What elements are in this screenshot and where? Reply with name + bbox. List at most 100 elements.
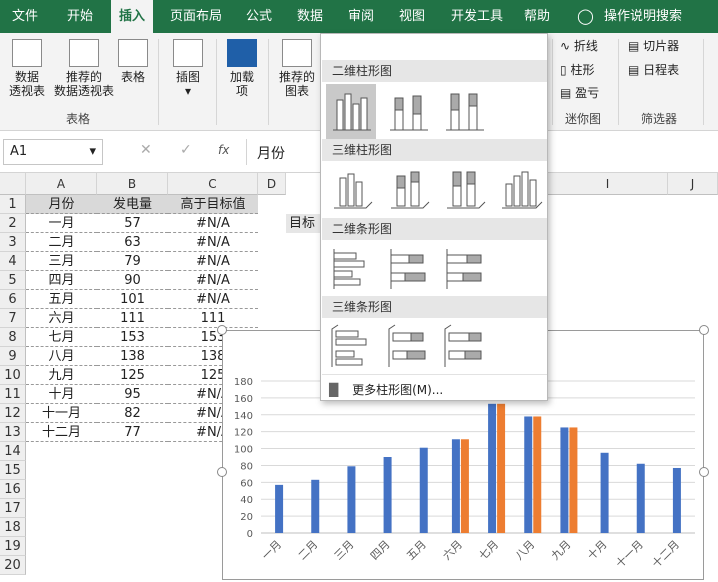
cell-power[interactable]: 125 bbox=[97, 366, 168, 385]
tell-me-search[interactable]: 操作说明搜索 bbox=[604, 0, 682, 33]
slicer-button[interactable]: ▤ 切片器 bbox=[628, 39, 692, 53]
row-header[interactable]: 6 bbox=[0, 290, 26, 309]
3d-percent-stacked-column-option[interactable] bbox=[439, 162, 489, 218]
cell-month[interactable]: 七月 bbox=[26, 328, 97, 347]
row-header[interactable]: 11 bbox=[0, 385, 26, 404]
select-all-corner[interactable] bbox=[0, 173, 26, 195]
row-header[interactable]: 14 bbox=[0, 442, 26, 461]
sparkline-column-button[interactable]: ▯ 柱形 bbox=[560, 63, 610, 77]
cell-above-target[interactable]: #N/A bbox=[168, 252, 258, 271]
bar-series2[interactable] bbox=[533, 416, 542, 533]
row-header[interactable]: 18 bbox=[0, 518, 26, 537]
row-header[interactable]: 10 bbox=[0, 366, 26, 385]
row-header[interactable]: 20 bbox=[0, 556, 26, 575]
tab-formulas[interactable]: 公式 bbox=[246, 0, 272, 33]
header-cell-power[interactable]: 发电量 bbox=[97, 195, 168, 214]
column-header-i[interactable]: I bbox=[548, 173, 668, 195]
header-cell-month[interactable]: 月份 bbox=[26, 195, 97, 214]
cell-above-target[interactable]: #N/A bbox=[168, 290, 258, 309]
sparkline-line-button[interactable]: ∿ 折线 bbox=[560, 39, 610, 53]
cell-month[interactable]: 十月 bbox=[26, 385, 97, 404]
cell-above-target[interactable]: #N/A bbox=[168, 233, 258, 252]
cell-above-target[interactable]: #N/A bbox=[168, 214, 258, 233]
tab-review[interactable]: 审阅 bbox=[348, 0, 374, 33]
clustered-column-option[interactable] bbox=[326, 84, 376, 140]
cell-month[interactable]: 四月 bbox=[26, 271, 97, 290]
cell-power[interactable]: 79 bbox=[97, 252, 168, 271]
cell-above-target[interactable]: #N/A bbox=[168, 271, 258, 290]
row-header[interactable]: 2 bbox=[0, 214, 26, 233]
cell-month[interactable]: 三月 bbox=[26, 252, 97, 271]
sparkline-winloss-button[interactable]: ▤ 盈亏 bbox=[560, 86, 610, 100]
recommended-pivot-button[interactable]: 推荐的 数据透视表 bbox=[54, 39, 114, 98]
recommended-charts-button[interactable]: 推荐的 图表 bbox=[276, 39, 318, 98]
resize-handle-right[interactable] bbox=[699, 467, 709, 477]
table-button[interactable]: 表格 bbox=[116, 39, 150, 84]
tab-insert[interactable]: 插入 bbox=[111, 0, 154, 33]
row-header[interactable]: 8 bbox=[0, 328, 26, 347]
tab-help[interactable]: 帮助 bbox=[524, 0, 550, 33]
bar-series1[interactable] bbox=[419, 447, 428, 533]
bar-series1[interactable] bbox=[383, 457, 392, 533]
row-header[interactable]: 12 bbox=[0, 404, 26, 423]
row-header[interactable]: 5 bbox=[0, 271, 26, 290]
bar-series1[interactable] bbox=[672, 467, 681, 533]
resize-handle-top-right[interactable] bbox=[699, 325, 709, 335]
bar-series1[interactable] bbox=[275, 484, 284, 533]
stacked-bar-option[interactable] bbox=[383, 241, 433, 297]
name-box[interactable]: A1 ▾ bbox=[3, 139, 103, 165]
resize-handle-left[interactable] bbox=[217, 467, 227, 477]
more-column-charts-item[interactable]: █ 更多柱形图(M)... bbox=[329, 380, 543, 400]
tab-file[interactable]: 文件 bbox=[12, 0, 38, 33]
row-header[interactable]: 13 bbox=[0, 423, 26, 442]
3d-clustered-bar-option[interactable] bbox=[326, 319, 376, 375]
bar-series1[interactable] bbox=[488, 403, 497, 533]
header-cell-above-target[interactable]: 高于目标值 bbox=[168, 195, 258, 214]
bar-series1[interactable] bbox=[560, 427, 569, 533]
cell-month[interactable]: 八月 bbox=[26, 347, 97, 366]
row-header[interactable]: 15 bbox=[0, 461, 26, 480]
clustered-bar-option[interactable] bbox=[326, 241, 376, 297]
function-icon[interactable]: fx bbox=[218, 143, 229, 157]
cell-month[interactable]: 一月 bbox=[26, 214, 97, 233]
column-header-j[interactable]: J bbox=[668, 173, 718, 195]
stacked-column-option[interactable] bbox=[383, 84, 433, 140]
cell-power[interactable]: 111 bbox=[97, 309, 168, 328]
column-header-a[interactable]: A bbox=[26, 173, 97, 195]
bar-series1[interactable] bbox=[600, 452, 609, 533]
column-header-d[interactable]: D bbox=[258, 173, 286, 195]
cell-month[interactable]: 九月 bbox=[26, 366, 97, 385]
cell-power[interactable]: 101 bbox=[97, 290, 168, 309]
confirm-icon[interactable]: ✓ bbox=[180, 142, 192, 158]
column-header-c[interactable]: C bbox=[168, 173, 258, 195]
cell-power[interactable]: 90 bbox=[97, 271, 168, 290]
bar-series1[interactable] bbox=[451, 439, 460, 533]
bar-series1[interactable] bbox=[524, 416, 533, 533]
cell-power[interactable]: 82 bbox=[97, 404, 168, 423]
row-header[interactable]: 7 bbox=[0, 309, 26, 328]
percent-stacked-column-option[interactable] bbox=[439, 84, 489, 140]
cell-power[interactable]: 77 bbox=[97, 423, 168, 442]
cell-power[interactable]: 138 bbox=[97, 347, 168, 366]
3d-stacked-column-option[interactable] bbox=[383, 162, 433, 218]
cell-month[interactable]: 十一月 bbox=[26, 404, 97, 423]
bar-series2[interactable] bbox=[569, 427, 578, 533]
bar-series1[interactable] bbox=[347, 466, 356, 533]
cell-d2[interactable]: 目标 bbox=[286, 214, 320, 233]
row-header[interactable]: 4 bbox=[0, 252, 26, 271]
cancel-icon[interactable]: ✕ bbox=[140, 142, 152, 158]
cell-power[interactable]: 63 bbox=[97, 233, 168, 252]
row-header[interactable]: 9 bbox=[0, 347, 26, 366]
tab-page-layout[interactable]: 页面布局 bbox=[170, 0, 222, 33]
bar-series1[interactable] bbox=[311, 479, 320, 533]
tab-data[interactable]: 数据 bbox=[297, 0, 323, 33]
column-header-b[interactable]: B bbox=[97, 173, 168, 195]
3d-stacked-bar-option[interactable] bbox=[383, 319, 433, 375]
tab-developer[interactable]: 开发工具 bbox=[451, 0, 503, 33]
pivot-table-button[interactable]: 数据 透视表 bbox=[4, 39, 50, 98]
cell-above-target[interactable]: 111 bbox=[168, 309, 258, 328]
cell-month[interactable]: 六月 bbox=[26, 309, 97, 328]
cell-month[interactable]: 十二月 bbox=[26, 423, 97, 442]
resize-handle-top-left[interactable] bbox=[217, 325, 227, 335]
row-header[interactable]: 1 bbox=[0, 195, 26, 214]
